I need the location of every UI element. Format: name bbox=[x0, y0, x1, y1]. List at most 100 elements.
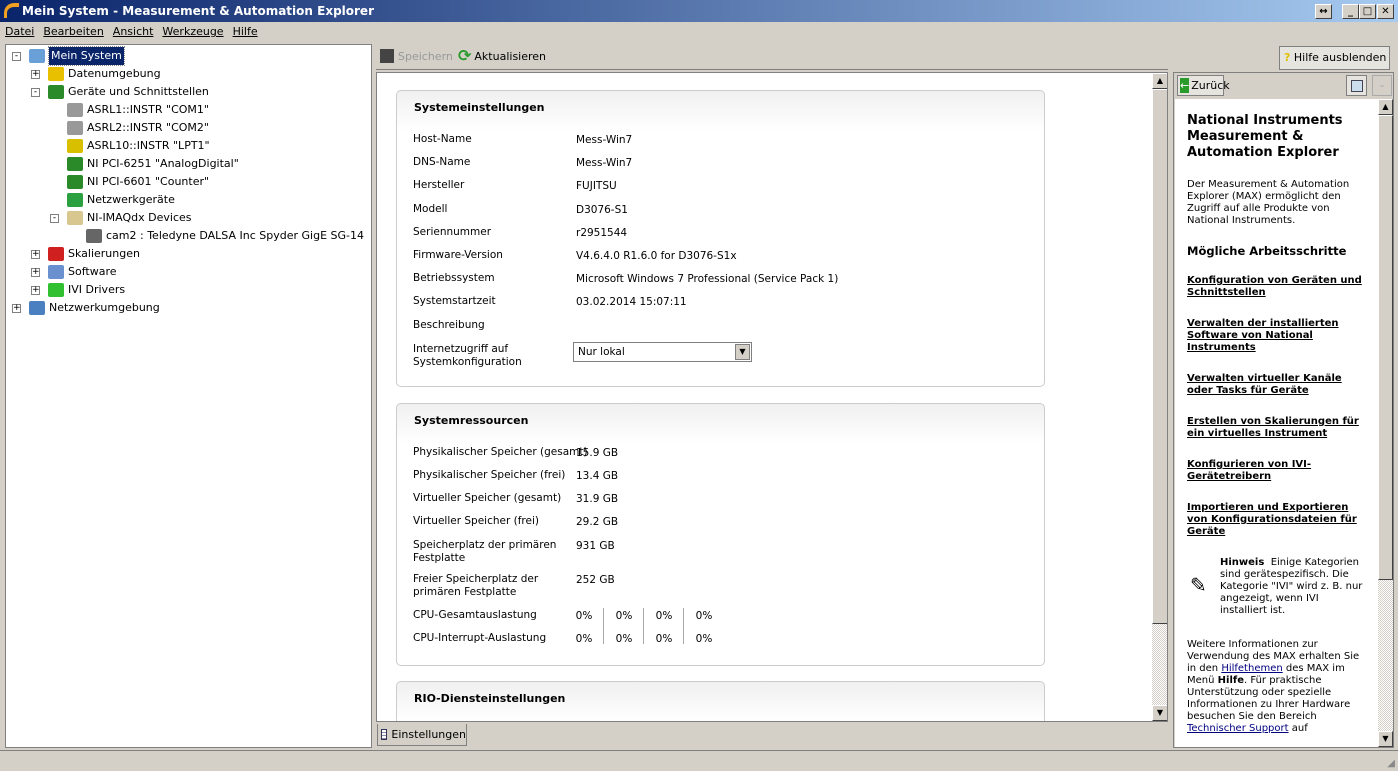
tree-item[interactable]: - Mein System bbox=[12, 46, 125, 66]
tree-item-label: ASRL1::INSTR "COM1" bbox=[87, 103, 209, 116]
resize-button[interactable]: ↔ bbox=[1315, 4, 1332, 19]
tree-item-label: Netzwerkgeräte bbox=[87, 193, 175, 206]
tree-item-label: Skalierungen bbox=[68, 247, 140, 260]
help-steps-title: Mögliche Arbeitsschritte bbox=[1187, 244, 1347, 258]
scroll-down-icon[interactable]: ▼ bbox=[1378, 731, 1393, 747]
menu-werkzeuge[interactable]: Werkzeuge bbox=[162, 25, 223, 38]
save-button[interactable]: Speichern bbox=[380, 49, 453, 63]
content-scrollbar[interactable]: ▲ ▼ bbox=[1152, 73, 1167, 721]
tree-item[interactable]: cam2 : Teledyne DALSA Inc Spyder GigE SG… bbox=[69, 227, 364, 245]
chevron-down-icon[interactable]: ▼ bbox=[735, 344, 750, 360]
tree-item[interactable]: + IVI Drivers bbox=[31, 281, 125, 299]
support-link[interactable]: Technischer Support bbox=[1187, 723, 1289, 734]
resources-section: Systemressourcen Physikalischer Speicher… bbox=[396, 403, 1045, 666]
expand-icon[interactable]: + bbox=[12, 303, 21, 313]
resource-value: 931 GB bbox=[576, 540, 615, 552]
setting-value: r2951544 bbox=[576, 226, 628, 239]
cpu-total-label: CPU-Gesamtauslastung bbox=[413, 609, 537, 621]
menu-hilfe[interactable]: Hilfe bbox=[233, 25, 258, 38]
cpu-total-value: 0% bbox=[655, 610, 673, 622]
scroll-down-icon[interactable]: ▼ bbox=[1152, 705, 1167, 721]
scroll-up-icon[interactable]: ▲ bbox=[1378, 99, 1393, 115]
help-link[interactable]: Erstellen von Skalierungen für ein virtu… bbox=[1187, 416, 1366, 440]
setting-label: Modell bbox=[413, 202, 448, 215]
tree-item[interactable]: + Netzwerkumgebung bbox=[12, 299, 160, 317]
maximize-button[interactable]: □ bbox=[1359, 4, 1376, 19]
config-tree[interactable]: - Mein System + Datenumgebung - Geräte und Sc… bbox=[5, 44, 372, 748]
tree-item-label: NI PCI-6251 "AnalogDigital" bbox=[87, 157, 239, 170]
setting-value: 03.02.2014 15:07:11 bbox=[576, 296, 687, 309]
scroll-thumb[interactable] bbox=[1152, 89, 1167, 624]
expand-icon[interactable]: + bbox=[31, 285, 40, 295]
pci-card-icon bbox=[67, 157, 83, 171]
tree-item[interactable]: + Software bbox=[31, 263, 117, 281]
back-button[interactable]: ← Zurück bbox=[1177, 75, 1230, 96]
close-button[interactable]: ✕ bbox=[1377, 4, 1394, 19]
serial-port-icon bbox=[67, 103, 83, 117]
tree-item[interactable]: ASRL2::INSTR "COM2" bbox=[50, 119, 209, 137]
expand-icon[interactable]: + bbox=[31, 267, 40, 277]
expand-icon[interactable]: + bbox=[31, 69, 40, 79]
help-scrollbar[interactable]: ▲ ▼ bbox=[1378, 99, 1393, 747]
help-link[interactable]: Importieren und Exportieren von Konfigur… bbox=[1187, 502, 1366, 538]
camera-folder-icon bbox=[67, 211, 83, 225]
help-link[interactable]: Verwalten der installierten Software von… bbox=[1187, 318, 1366, 354]
software-icon bbox=[48, 265, 64, 279]
resource-value: 252 GB bbox=[576, 574, 615, 586]
tree-item[interactable]: + Datenumgebung bbox=[31, 65, 161, 83]
collapse-icon[interactable]: - bbox=[12, 51, 21, 61]
tree-item[interactable]: ASRL10::INSTR "LPT1" bbox=[50, 137, 210, 155]
setting-value: FUJITSU bbox=[576, 180, 617, 193]
network-camera-icon bbox=[86, 229, 102, 243]
resize-grip-icon[interactable]: ◢ bbox=[1387, 758, 1395, 769]
title-bar: Mein System - Measurement & Automation E… bbox=[0, 0, 1398, 22]
help-note: ✎ Hinweis Einige Kategorien sind gerätes… bbox=[1190, 557, 1363, 616]
tree-item[interactable]: ASRL1::INSTR "COM1" bbox=[50, 101, 209, 119]
tree-item[interactable]: NI PCI-6251 "AnalogDigital" bbox=[50, 155, 239, 173]
scroll-up-icon[interactable]: ▲ bbox=[1152, 73, 1167, 89]
menu-bearbeiten[interactable]: Bearbeiten bbox=[43, 25, 103, 38]
window-title: Mein System - Measurement & Automation E… bbox=[22, 4, 374, 18]
settings-tab-icon bbox=[381, 729, 388, 740]
help-link[interactable]: Verwalten virtueller Kanäle oder Tasks f… bbox=[1187, 373, 1366, 397]
help-dropdown-button[interactable]: ⌄ bbox=[1372, 75, 1392, 96]
resource-value: 13.4 GB bbox=[576, 470, 619, 482]
tab-einstellungen[interactable]: Einstellungen bbox=[377, 724, 467, 746]
internet-access-select[interactable]: Nur lokal ▼ bbox=[573, 342, 752, 362]
help-topics-link[interactable]: Hilfethemen bbox=[1221, 663, 1282, 674]
hide-help-button[interactable]: ? Hilfe ausblenden bbox=[1279, 46, 1390, 70]
collapse-icon[interactable]: - bbox=[31, 87, 40, 97]
tree-item[interactable]: Netzwerkgeräte bbox=[50, 191, 175, 209]
help-link[interactable]: Konfiguration von Geräten und Schnittste… bbox=[1187, 275, 1366, 299]
devices-icon bbox=[48, 85, 64, 99]
network-icon bbox=[29, 301, 45, 315]
note-pencil-icon: ✎ bbox=[1190, 573, 1207, 597]
help-link[interactable]: Konfigurieren von IVI-Gerätetreibern bbox=[1187, 459, 1366, 483]
minimize-button[interactable]: _ bbox=[1342, 4, 1359, 19]
cpu-interrupt-label: CPU-Interrupt-Auslastung bbox=[413, 632, 547, 644]
cpu-separator bbox=[683, 608, 684, 644]
tree-item-label: Mein System bbox=[48, 46, 125, 66]
resource-value: 29.2 GB bbox=[576, 516, 619, 528]
help-layout-button[interactable] bbox=[1346, 75, 1367, 96]
tree-item[interactable]: NI PCI-6601 "Counter" bbox=[50, 173, 209, 191]
tree-item[interactable]: + Skalierungen bbox=[31, 245, 140, 263]
refresh-button[interactable]: ⟳ Aktualisieren bbox=[458, 48, 546, 64]
menu-bar: Datei Bearbeiten Ansicht Werkzeuge Hilfe bbox=[0, 22, 1398, 42]
setting-label: Firmware-Version bbox=[413, 249, 503, 261]
resource-label: Freier Speicherplatz der primären Festpl… bbox=[413, 573, 539, 598]
layout-icon bbox=[1351, 80, 1363, 92]
resource-label: Speicherplatz der primären Festplatte bbox=[413, 539, 557, 564]
tree-item[interactable]: - NI-IMAQdx Devices bbox=[50, 209, 192, 227]
collapse-icon[interactable]: - bbox=[50, 213, 59, 223]
setting-label: Seriennummer bbox=[413, 225, 492, 238]
tree-item-label: ASRL2::INSTR "COM2" bbox=[87, 121, 209, 134]
menu-ansicht[interactable]: Ansicht bbox=[113, 25, 154, 38]
setting-value: Microsoft Windows 7 Professional (Servic… bbox=[576, 273, 839, 286]
tree-item[interactable]: - Geräte und Schnittstellen bbox=[31, 83, 209, 101]
menu-datei[interactable]: Datei bbox=[5, 25, 34, 38]
setting-label: Hersteller bbox=[413, 179, 465, 192]
tree-item-label: Datenumgebung bbox=[68, 67, 161, 80]
scroll-thumb[interactable] bbox=[1378, 115, 1393, 580]
expand-icon[interactable]: + bbox=[31, 249, 40, 259]
